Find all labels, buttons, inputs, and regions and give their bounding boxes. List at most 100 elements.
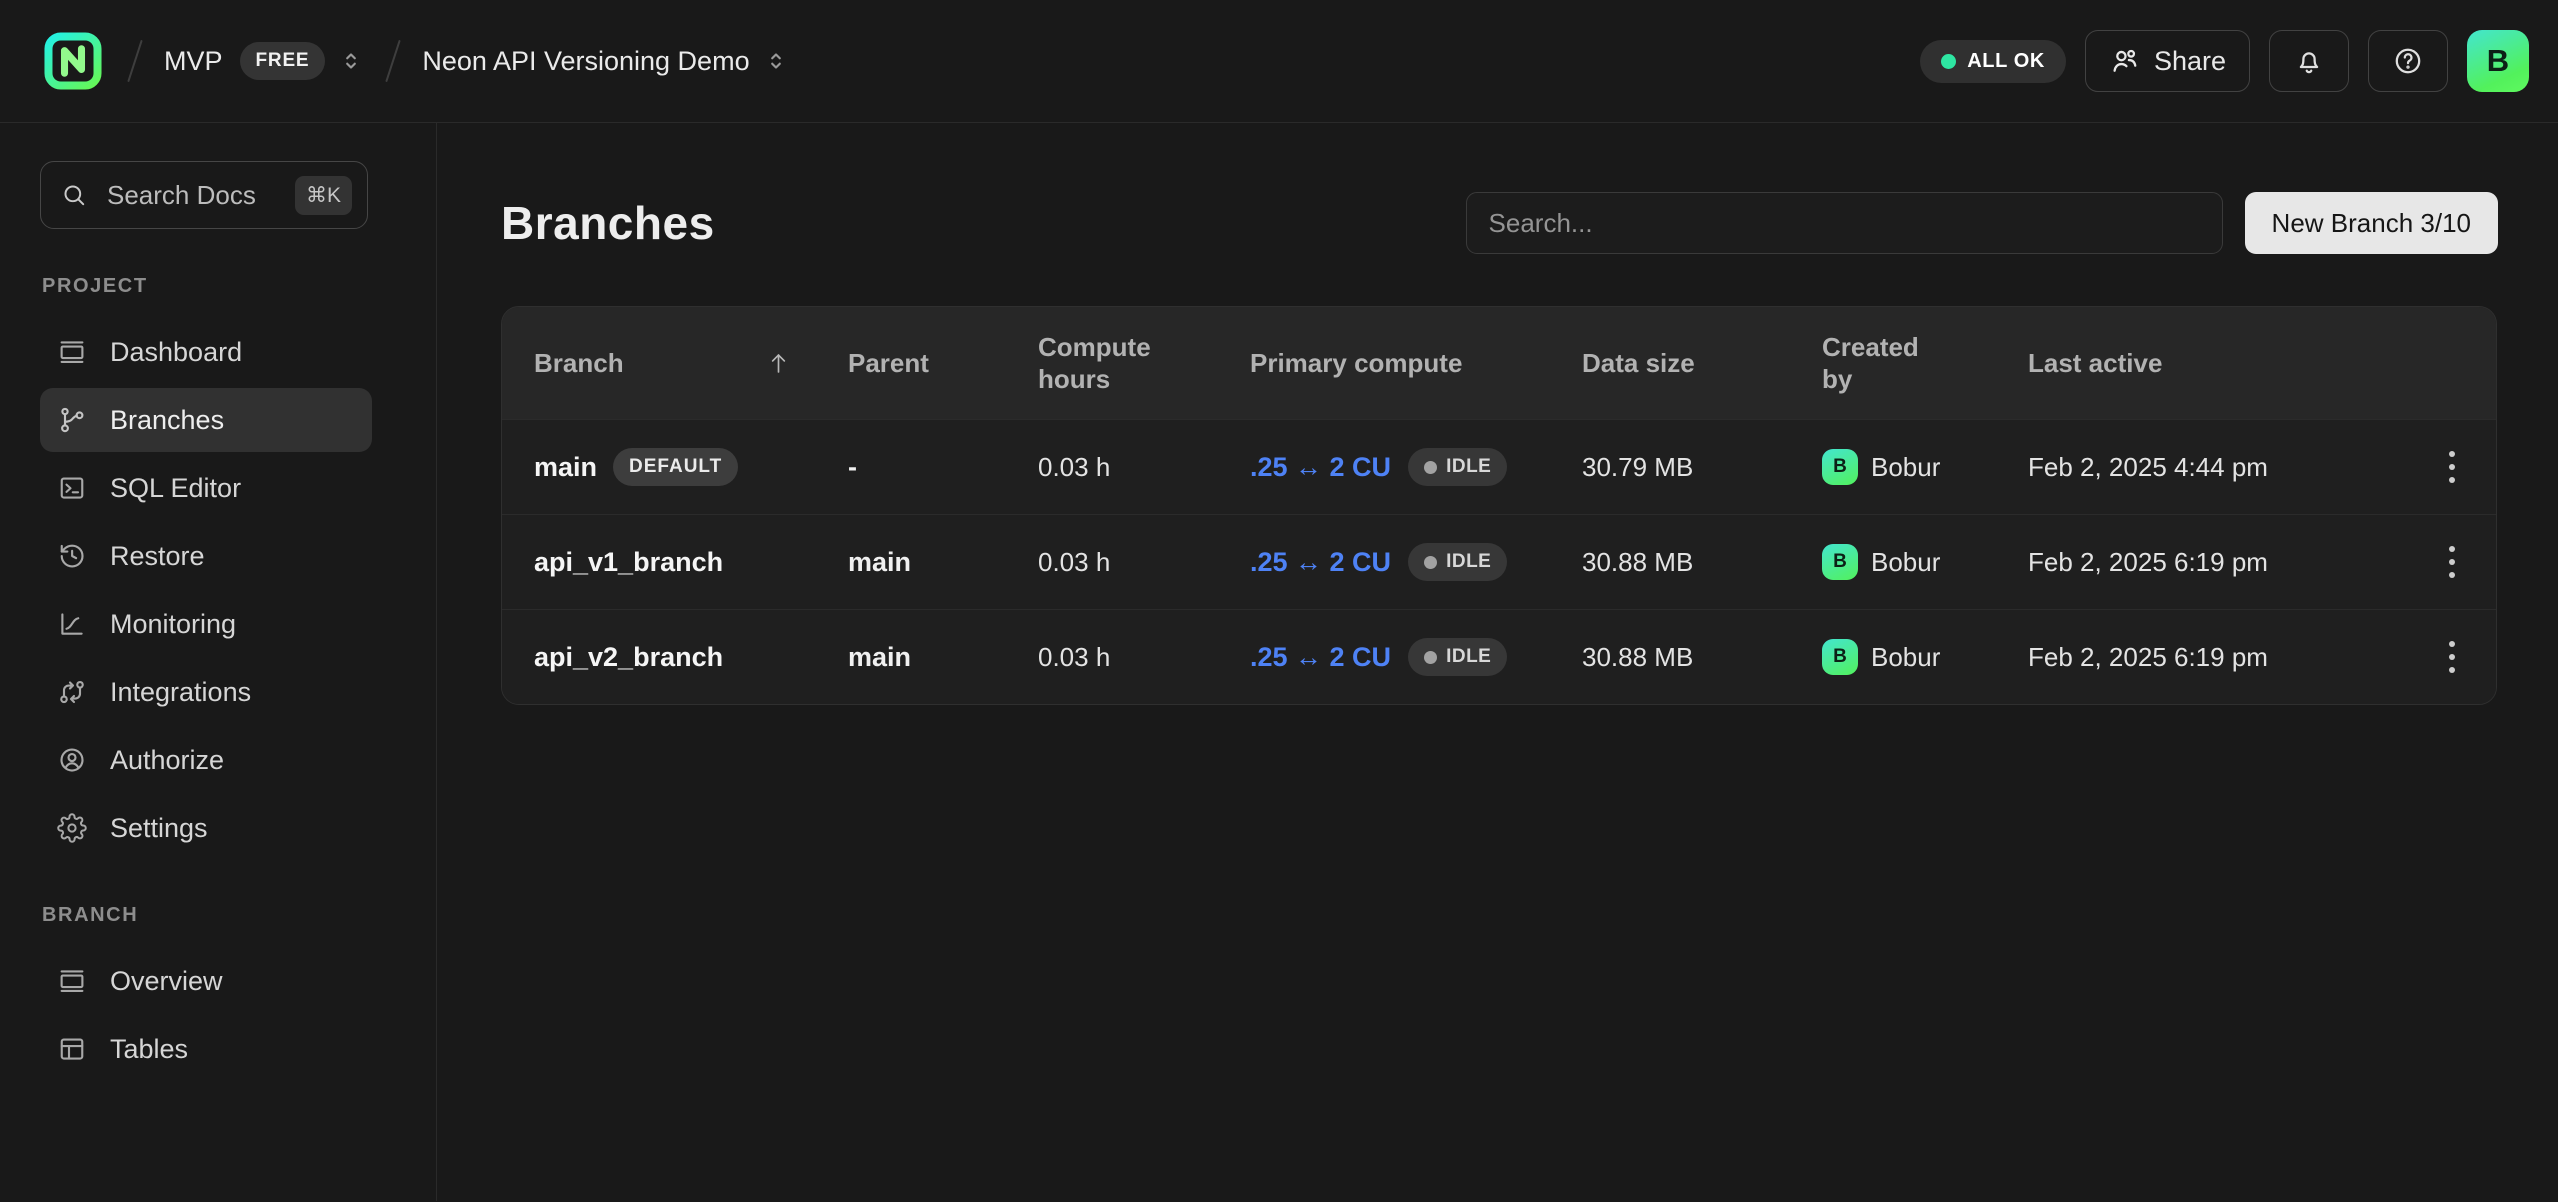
sidebar-item-sql-editor[interactable]: SQL Editor: [40, 456, 372, 520]
bell-icon: [2293, 45, 2325, 77]
branch-search-input[interactable]: [1466, 192, 2223, 254]
gear-icon: [57, 813, 87, 843]
user-circle-icon: [57, 745, 87, 775]
neon-logo[interactable]: [40, 28, 106, 94]
users-icon: [2109, 45, 2141, 77]
last-active: Feb 2, 2025 4:44 pm: [2028, 452, 2408, 483]
notifications-button[interactable]: [2269, 30, 2349, 92]
history-icon: [57, 541, 87, 571]
sidebar-item-integrations[interactable]: Integrations: [40, 660, 372, 724]
creator-name: Bobur: [1871, 452, 1940, 483]
git-branch-icon: [57, 405, 87, 435]
user-avatar[interactable]: B: [2467, 30, 2529, 92]
actions-cell: [2408, 631, 2496, 683]
sidebar-item-tables[interactable]: Tables: [40, 1017, 372, 1081]
column-header-data-size[interactable]: Data size: [1582, 347, 1822, 380]
creator-avatar: B: [1822, 544, 1858, 580]
sidebar-item-settings[interactable]: Settings: [40, 796, 372, 860]
help-icon: [2392, 45, 2424, 77]
sidebar-item-dashboard[interactable]: Dashboard: [40, 320, 372, 384]
parent-branch: -: [848, 452, 1038, 483]
last-active: Feb 2, 2025 6:19 pm: [2028, 547, 2408, 578]
compute-status-label: IDLE: [1446, 551, 1491, 573]
compute-status-badge: IDLE: [1408, 638, 1507, 676]
data-size: 30.88 MB: [1582, 547, 1822, 578]
column-header-last-active[interactable]: Last active: [2028, 347, 2408, 380]
sidebar-item-monitoring[interactable]: Monitoring: [40, 592, 372, 656]
project-name: Neon API Versioning Demo: [422, 46, 749, 77]
sidebar-item-label: Branches: [110, 405, 224, 436]
sidebar-item-label: Monitoring: [110, 609, 236, 640]
table-row[interactable]: api_v1_branch main 0.03 h .25 ↔ 2 CU IDL…: [502, 514, 2496, 609]
share-button[interactable]: Share: [2085, 30, 2250, 92]
parent-branch: main: [848, 642, 1038, 673]
main-content: Branches New Branch 3/10 Branch Pa: [437, 123, 2558, 1201]
row-menu-button[interactable]: [2439, 631, 2465, 683]
compute-status-badge: IDLE: [1408, 448, 1507, 486]
chart-icon: [57, 609, 87, 639]
column-header-created-by[interactable]: Created by: [1822, 331, 2028, 396]
sidebar-item-authorize[interactable]: Authorize: [40, 728, 372, 792]
new-branch-button[interactable]: New Branch 3/10: [2245, 192, 2498, 254]
branches-table: Branch Parent Compute hours Primary comp…: [501, 306, 2497, 705]
section-label-project: PROJECT: [42, 275, 436, 298]
share-label: Share: [2154, 46, 2226, 77]
topbar-actions: ALL OK Share: [1920, 30, 2529, 92]
chevrons-updown-icon: [338, 48, 364, 74]
sidebar-item-label: Integrations: [110, 677, 251, 708]
sidebar: Search Docs ⌘K PROJECT Dashboard Branche…: [0, 123, 437, 1201]
column-header-parent[interactable]: Parent: [848, 347, 1038, 380]
branch-name[interactable]: api_v2_branch: [534, 642, 723, 673]
created-by-cell: B Bobur: [1822, 639, 2028, 675]
sidebar-item-restore[interactable]: Restore: [40, 524, 372, 588]
column-header-branch[interactable]: Branch: [534, 347, 848, 380]
column-header-primary-compute[interactable]: Primary compute: [1250, 347, 1582, 380]
row-menu-button[interactable]: [2439, 536, 2465, 588]
status-dot-icon: [1424, 556, 1437, 569]
sidebar-item-overview[interactable]: Overview: [40, 949, 372, 1013]
actions-cell: [2408, 536, 2496, 588]
creator-name: Bobur: [1871, 547, 1940, 578]
org-selector[interactable]: MVP FREE: [164, 42, 364, 80]
integrations-icon: [57, 677, 87, 707]
sidebar-item-label: Settings: [110, 813, 208, 844]
terminal-icon: [57, 473, 87, 503]
creator-name: Bobur: [1871, 642, 1940, 673]
branch-cell: api_v2_branch: [534, 642, 848, 673]
table-row[interactable]: main DEFAULT - 0.03 h .25 ↔ 2 CU IDLE 30…: [502, 419, 2496, 514]
chevrons-updown-icon: [763, 48, 789, 74]
table-header: Branch Parent Compute hours Primary comp…: [502, 307, 2496, 419]
branch-name[interactable]: main: [534, 452, 597, 483]
created-by-cell: B Bobur: [1822, 449, 2028, 485]
primary-compute-link[interactable]: .25 ↔ 2 CU: [1250, 642, 1391, 673]
column-label: Last active: [2028, 347, 2162, 380]
help-button[interactable]: [2368, 30, 2448, 92]
table-row[interactable]: api_v2_branch main 0.03 h .25 ↔ 2 CU IDL…: [502, 609, 2496, 704]
search-docs-label: Search Docs: [107, 180, 256, 211]
search-docs-button[interactable]: Search Docs ⌘K: [40, 161, 368, 229]
status-badge[interactable]: ALL OK: [1920, 40, 2066, 83]
sort-ascending-icon[interactable]: [765, 350, 792, 377]
column-label: Parent: [848, 347, 929, 380]
column-label: Branch: [534, 347, 624, 380]
row-menu-button[interactable]: [2439, 441, 2465, 493]
status-dot-icon: [1424, 461, 1437, 474]
sidebar-item-label: SQL Editor: [110, 473, 241, 504]
actions-cell: [2408, 441, 2496, 493]
created-by-cell: B Bobur: [1822, 544, 2028, 580]
overview-icon: [57, 966, 87, 996]
column-label: Primary compute: [1250, 347, 1462, 380]
branch-name[interactable]: api_v1_branch: [534, 547, 723, 578]
primary-compute-link[interactable]: .25 ↔ 2 CU: [1250, 452, 1391, 483]
column-header-compute-hours[interactable]: Compute hours: [1038, 331, 1250, 396]
branch-cell: api_v1_branch: [534, 547, 848, 578]
compute-status-label: IDLE: [1446, 646, 1491, 668]
keyboard-shortcut-badge: ⌘K: [295, 176, 352, 215]
column-label: Data size: [1582, 347, 1695, 380]
status-dot-icon: [1941, 54, 1956, 69]
sidebar-item-branches[interactable]: Branches: [40, 388, 372, 452]
project-selector[interactable]: Neon API Versioning Demo: [422, 46, 788, 77]
primary-compute-link[interactable]: .25 ↔ 2 CU: [1250, 547, 1391, 578]
compute-status-badge: IDLE: [1408, 543, 1507, 581]
data-size: 30.88 MB: [1582, 642, 1822, 673]
